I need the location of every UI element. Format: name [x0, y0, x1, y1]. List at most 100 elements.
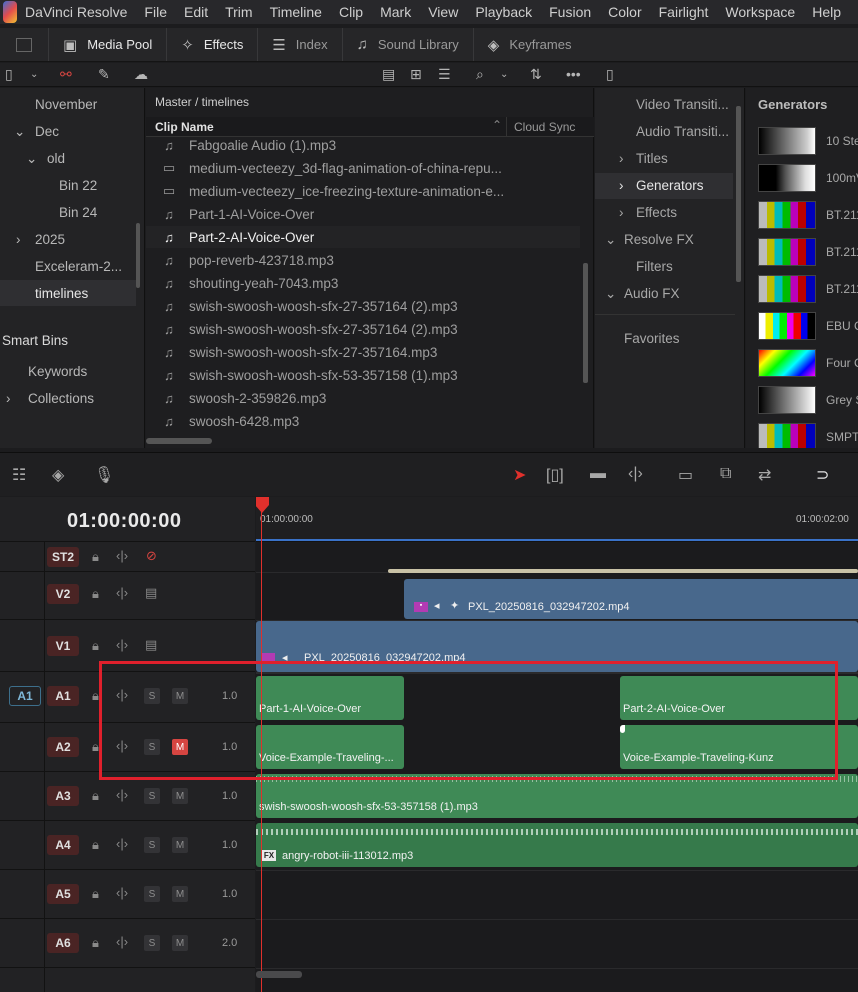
effects-button[interactable]: ✧ Effects — [167, 28, 259, 61]
generator-item[interactable]: BT.211 — [758, 237, 858, 267]
search-icon[interactable]: ⌕ — [476, 66, 484, 83]
menu-color[interactable]: Color — [608, 4, 641, 20]
fx-category-item[interactable]: Filters — [636, 259, 673, 274]
more-options-icon[interactable]: ••• — [566, 66, 581, 82]
lock-icon[interactable]: 🔒︎ — [92, 586, 99, 602]
menu-edit[interactable]: Edit — [184, 4, 208, 20]
bin-item-selected[interactable]: timelines — [0, 280, 136, 306]
chevron-down-icon[interactable]: ⌄ — [26, 151, 37, 167]
track-label[interactable]: V2 — [47, 584, 79, 604]
film-strip-icon[interactable]: ▤ — [145, 585, 157, 601]
generator-item[interactable]: Grey S — [758, 385, 858, 415]
generator-item[interactable]: BT.211 — [758, 274, 858, 304]
bin-list-toggle-icon[interactable]: ▯ — [5, 66, 13, 83]
trim-tool-icon[interactable]: [▯] — [546, 465, 564, 485]
effects-panel-toggle-icon[interactable]: ▯ — [606, 66, 614, 83]
overwrite-clip-icon[interactable]: ⧉ — [720, 465, 731, 483]
mute-button[interactable]: M — [172, 837, 188, 853]
auto-select-icon[interactable]: ‹|› — [116, 548, 128, 563]
keyframes-button[interactable]: ◈ Keyframes — [474, 28, 586, 61]
comment-icon[interactable]: ✎ — [98, 66, 110, 83]
selection-pointer-icon[interactable]: ➤ — [513, 465, 526, 485]
current-timecode[interactable]: 01:00:00:00 — [67, 510, 181, 533]
mute-button[interactable]: M — [172, 935, 188, 951]
sound-library-button[interactable]: ♫ Sound Library — [343, 28, 474, 61]
fx-favorites[interactable]: Favorites — [624, 331, 680, 346]
fx-category-item[interactable]: Effects — [636, 205, 677, 220]
dynamic-trim-icon[interactable]: ‹|› — [628, 465, 643, 483]
list-item-selected[interactable]: ♫ Part-2-AI-Voice-Over — [146, 226, 580, 248]
list-view-icon[interactable]: ☰ — [438, 66, 451, 83]
microphone-icon[interactable]: 🎙︎ — [94, 465, 114, 485]
sort-icon[interactable]: ⇅ — [530, 66, 542, 83]
timeline-view-options-icon[interactable]: ☷ — [12, 465, 26, 485]
replace-clip-icon[interactable]: ⇄ — [758, 465, 771, 485]
clip-list-horizontal-scrollbar[interactable] — [146, 438, 212, 444]
track-label[interactable]: A1 — [47, 686, 79, 706]
chevron-down-icon[interactable]: ⌄ — [500, 69, 508, 80]
insert-clip-icon[interactable]: ▭ — [678, 465, 693, 485]
chevron-down-icon[interactable]: ⌄ — [605, 232, 616, 248]
list-item[interactable]: ♫ swish-swoosh-woosh-sfx-27-357164.mp3 — [160, 341, 580, 363]
lock-icon[interactable]: 🔒︎ — [92, 886, 99, 902]
subtitle-clip-strip[interactable] — [388, 569, 858, 573]
menu-view[interactable]: View — [428, 4, 458, 20]
auto-select-icon[interactable]: ‹|› — [116, 585, 128, 600]
list-item[interactable]: ▭ medium-vecteezy_3d-flag-animation-of-ch… — [160, 157, 580, 179]
smart-bin-item[interactable]: Keywords — [28, 364, 87, 379]
cloud-icon[interactable]: ☁ — [134, 66, 148, 83]
list-item[interactable]: ♫ swoosh-2-359826.mp3 — [160, 387, 580, 409]
chevron-right-icon[interactable]: › — [619, 151, 624, 166]
menu-fairlight[interactable]: Fairlight — [659, 4, 709, 20]
column-clip-name[interactable]: Clip Name — [155, 120, 214, 134]
audio-clip-a4[interactable]: FX angry-robot-iii-113012.mp3 — [256, 823, 858, 867]
list-item[interactable]: ♫ swish-swoosh-woosh-sfx-27-357164 (2).mp… — [160, 318, 580, 340]
track-label[interactable]: A2 — [47, 737, 79, 757]
menu-trim[interactable]: Trim — [225, 4, 252, 20]
bin-item[interactable]: old — [47, 151, 65, 166]
list-item[interactable]: ▭ medium-vecteezy_ice-freezing-texture-an… — [160, 180, 580, 202]
track-label[interactable]: A4 — [47, 835, 79, 855]
media-pool-button[interactable]: ▣ Media Pool — [49, 28, 168, 61]
generator-item[interactable]: EBU C — [758, 311, 858, 341]
bin-item[interactable]: Exceleram-2... — [35, 259, 122, 274]
film-strip-icon[interactable]: ▤ — [145, 637, 157, 653]
lock-icon[interactable]: 🔒︎ — [92, 638, 99, 654]
toolbar-toggle-button[interactable] — [0, 28, 49, 61]
fx-category-item[interactable]: Titles — [636, 151, 668, 166]
index-button[interactable]: ☰ Index — [258, 28, 343, 61]
track-label[interactable]: A3 — [47, 786, 79, 806]
menu-file[interactable]: File — [144, 4, 167, 20]
generator-item[interactable]: 10 Ste — [758, 126, 858, 156]
track-label[interactable]: A6 — [47, 933, 79, 953]
menu-fusion[interactable]: Fusion — [549, 4, 591, 20]
chevron-down-icon[interactable]: ⌄ — [605, 286, 616, 302]
menu-workspace[interactable]: Workspace — [725, 4, 795, 20]
menu-clip[interactable]: Clip — [339, 4, 363, 20]
list-item[interactable]: ♫ Part-1-AI-Voice-Over — [160, 203, 580, 225]
track-label[interactable]: V1 — [47, 636, 79, 656]
playhead-handle[interactable] — [256, 497, 269, 513]
mute-button[interactable]: M — [172, 788, 188, 804]
list-item[interactable]: ♫ swish-swoosh-woosh-sfx-27-357164 (2).mp… — [160, 295, 580, 317]
bin-item[interactable]: Dec — [35, 124, 59, 139]
metadata-view-icon[interactable]: ▤ — [382, 66, 395, 83]
lock-icon[interactable]: 🔒︎ — [92, 935, 99, 951]
snapping-icon[interactable]: ⊃ — [816, 465, 829, 485]
timeline-ruler[interactable]: 01:00:00:00 01:00:02:00 — [256, 497, 858, 542]
menu-mark[interactable]: Mark — [380, 4, 411, 20]
mute-button[interactable]: M — [172, 886, 188, 902]
solo-button[interactable]: S — [144, 837, 160, 853]
smart-bin-item[interactable]: Collections — [28, 391, 94, 406]
fx-category-selected[interactable]: › Generators — [595, 173, 733, 199]
fx-tree-scrollbar[interactable] — [736, 106, 741, 282]
generator-item[interactable]: Four C — [758, 348, 858, 378]
thumbnail-view-icon[interactable]: ⊞ — [410, 66, 422, 83]
lock-icon[interactable]: 🔒︎ — [92, 837, 99, 853]
subtitle-disabled-icon[interactable]: ⊘ — [146, 548, 157, 564]
chevron-right-icon[interactable]: › — [6, 391, 11, 406]
list-item[interactable]: ♫ swish-swoosh-woosh-sfx-53-357158 (1).mp… — [160, 364, 580, 386]
bin-item[interactable]: Bin 24 — [59, 205, 97, 220]
list-item[interactable]: ♫ pop-reverb-423718.mp3 — [160, 249, 580, 271]
lock-icon[interactable]: 🔒︎ — [92, 788, 99, 804]
